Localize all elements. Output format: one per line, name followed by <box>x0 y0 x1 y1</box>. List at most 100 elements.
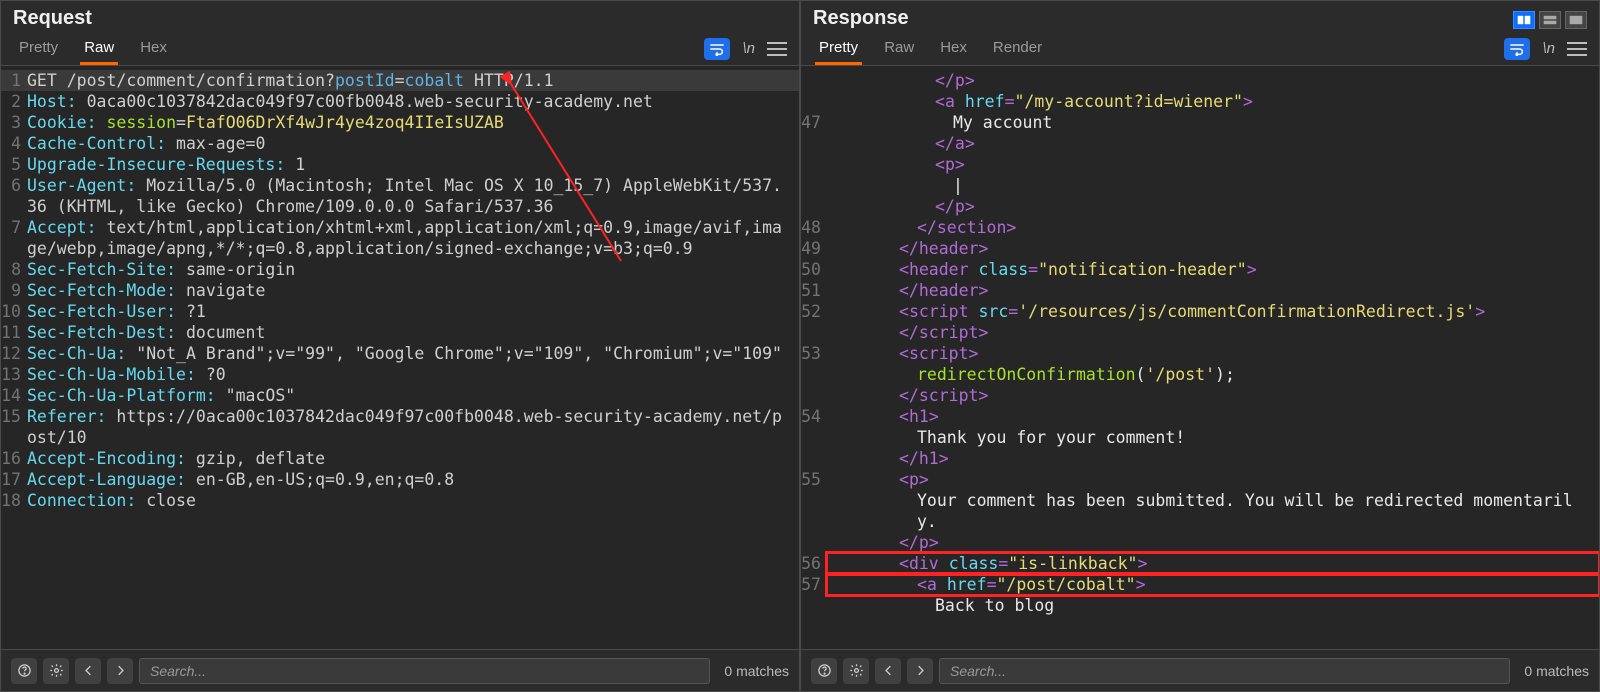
response-tabs: Pretty Raw Hex Render <box>809 33 1044 64</box>
code-content: </section> <box>827 217 1599 238</box>
code-content: </p> <box>827 70 1599 91</box>
code-content: Your comment has been submitted. You wil… <box>827 490 1599 532</box>
root-split: Request Pretty Raw Hex \n 1GET /post/comme… <box>0 0 1600 692</box>
layout-columns-button[interactable] <box>1513 11 1535 29</box>
code-content: Sec-Fetch-Dest: document <box>27 322 799 343</box>
layout-single-button[interactable] <box>1565 11 1587 29</box>
next-match-button[interactable] <box>907 658 933 684</box>
chevron-right-icon <box>113 663 128 678</box>
tab-render[interactable]: Render <box>991 33 1044 64</box>
code-line: 17Accept-Language: en-GB,en-US;q=0.9,en;… <box>1 469 799 490</box>
wrap-icon <box>709 42 725 56</box>
code-line: 51</header> <box>801 280 1599 301</box>
code-line: 7Accept: text/html,application/xhtml+xml… <box>1 217 799 259</box>
code-content: </script> <box>827 385 1599 406</box>
code-content: Referer: https://0aca00c1037842dac049f97… <box>27 406 799 448</box>
response-pane: Response PrettyRawHexRender \n </p><a hr… <box>800 0 1600 692</box>
tab-hex[interactable]: Hex <box>938 33 969 64</box>
code-line: </p> <box>801 532 1599 553</box>
code-line: 48</section> <box>801 217 1599 238</box>
request-search-input[interactable]: Search... <box>139 658 710 684</box>
code-line: 50<header class="notification-header"> <box>801 259 1599 280</box>
code-content: Cache-Control: max-age=0 <box>27 133 799 154</box>
chevron-left-icon <box>81 663 96 678</box>
settings-button[interactable] <box>843 658 869 684</box>
line-number: 51 <box>801 280 827 301</box>
code-content: Host: 0aca00c1037842dac049f97c00fb0048.w… <box>27 91 799 112</box>
code-content: Thank you for your comment! <box>827 427 1599 448</box>
request-footer: Search... 0 matches <box>1 649 799 691</box>
code-content: Sec-Ch-Ua-Platform: "macOS" <box>27 385 799 406</box>
response-title: Response <box>813 7 909 32</box>
help-button[interactable] <box>11 658 37 684</box>
response-search-input[interactable]: Search... <box>939 658 1510 684</box>
code-content: Sec-Ch-Ua-Mobile: ?0 <box>27 364 799 385</box>
code-line: </h1> <box>801 448 1599 469</box>
code-content: </h1> <box>827 448 1599 469</box>
code-line: 11Sec-Fetch-Dest: document <box>1 322 799 343</box>
code-line: 10Sec-Fetch-User: ?1 <box>1 301 799 322</box>
code-line: 3Cookie: session=FtafO06DrXf4wJr4ye4zoq4… <box>1 112 799 133</box>
line-number: 11 <box>1 322 27 343</box>
code-line: 14Sec-Ch-Ua-Platform: "macOS" <box>1 385 799 406</box>
code-content: <a href="/post/cobalt"> <box>827 574 1599 595</box>
code-line: 56<div class="is-linkback"> <box>801 553 1599 574</box>
code-content: </script> <box>827 322 1599 343</box>
line-number: 8 <box>1 259 27 280</box>
code-line: 6User-Agent: Mozilla/5.0 (Macintosh; Int… <box>1 175 799 217</box>
response-tab-right: \n <box>1504 38 1591 60</box>
code-content: redirectOnConfirmation('/post'); <box>827 364 1599 385</box>
request-menu-button[interactable] <box>767 41 787 57</box>
next-match-button[interactable] <box>107 658 133 684</box>
code-line: 52<script src='/resources/js/commentConf… <box>801 301 1599 322</box>
line-number: 7 <box>1 217 27 238</box>
prev-match-button[interactable] <box>75 658 101 684</box>
code-line: 12Sec-Ch-Ua: "Not_A Brand";v="99", "Goog… <box>1 343 799 364</box>
tab-raw[interactable]: Raw <box>82 33 116 64</box>
code-content: Connection: close <box>27 490 799 511</box>
code-line: Your comment has been submitted. You wil… <box>801 490 1599 532</box>
response-editor[interactable]: </p><a href="/my-account?id=wiener">47My… <box>801 66 1599 649</box>
code-line: </p> <box>801 70 1599 91</box>
line-number: 18 <box>1 490 27 511</box>
wrap-toggle-button[interactable] <box>704 38 730 60</box>
code-line: 18Connection: close <box>1 490 799 511</box>
request-match-count: 0 matches <box>716 663 789 679</box>
code-line: <a href="/my-account?id=wiener"> <box>801 91 1599 112</box>
settings-button[interactable] <box>43 658 69 684</box>
request-tabs: Pretty Raw Hex <box>9 33 169 64</box>
tab-pretty[interactable]: Pretty <box>17 33 60 64</box>
code-content: <p> <box>827 469 1599 490</box>
tab-hex[interactable]: Hex <box>138 33 169 64</box>
code-line: Back to blog <box>801 595 1599 616</box>
code-line: 1GET /post/comment/confirmation?postId=c… <box>1 70 799 91</box>
line-number: 48 <box>801 217 827 238</box>
response-match-count: 0 matches <box>1516 663 1589 679</box>
code-line: </script> <box>801 385 1599 406</box>
tab-raw[interactable]: Raw <box>882 33 916 64</box>
tab-pretty[interactable]: Pretty <box>817 33 860 64</box>
help-button[interactable] <box>811 658 837 684</box>
response-tabs-row: Pretty Raw Hex Render \n <box>801 32 1599 66</box>
chevron-left-icon <box>881 663 896 678</box>
request-tabs-row: PrettyRawHex \n <box>1 32 799 66</box>
code-content: Sec-Fetch-Mode: navigate <box>27 280 799 301</box>
code-content: | <box>827 175 1599 196</box>
line-number: 6 <box>1 175 27 196</box>
line-number: 50 <box>801 259 827 280</box>
request-editor[interactable]: 1GET /post/comment/confirmation?postId=c… <box>1 66 799 649</box>
prev-match-button[interactable] <box>875 658 901 684</box>
code-content: Accept: text/html,application/xhtml+xml,… <box>27 217 799 259</box>
code-line: | <box>801 175 1599 196</box>
request-header: Request <box>1 1 799 32</box>
code-content: Cookie: session=FtafO06DrXf4wJr4ye4zoq4I… <box>27 112 799 133</box>
code-line: 47My account <box>801 112 1599 133</box>
gear-icon <box>49 663 64 678</box>
wrap-toggle-button[interactable] <box>1504 38 1530 60</box>
code-content: <h1> <box>827 406 1599 427</box>
line-number: 1 <box>1 70 27 91</box>
response-menu-button[interactable] <box>1567 41 1587 57</box>
layout-rows-button[interactable] <box>1539 11 1561 29</box>
line-number: 52 <box>801 301 827 322</box>
code-content: Upgrade-Insecure-Requests: 1 <box>27 154 799 175</box>
